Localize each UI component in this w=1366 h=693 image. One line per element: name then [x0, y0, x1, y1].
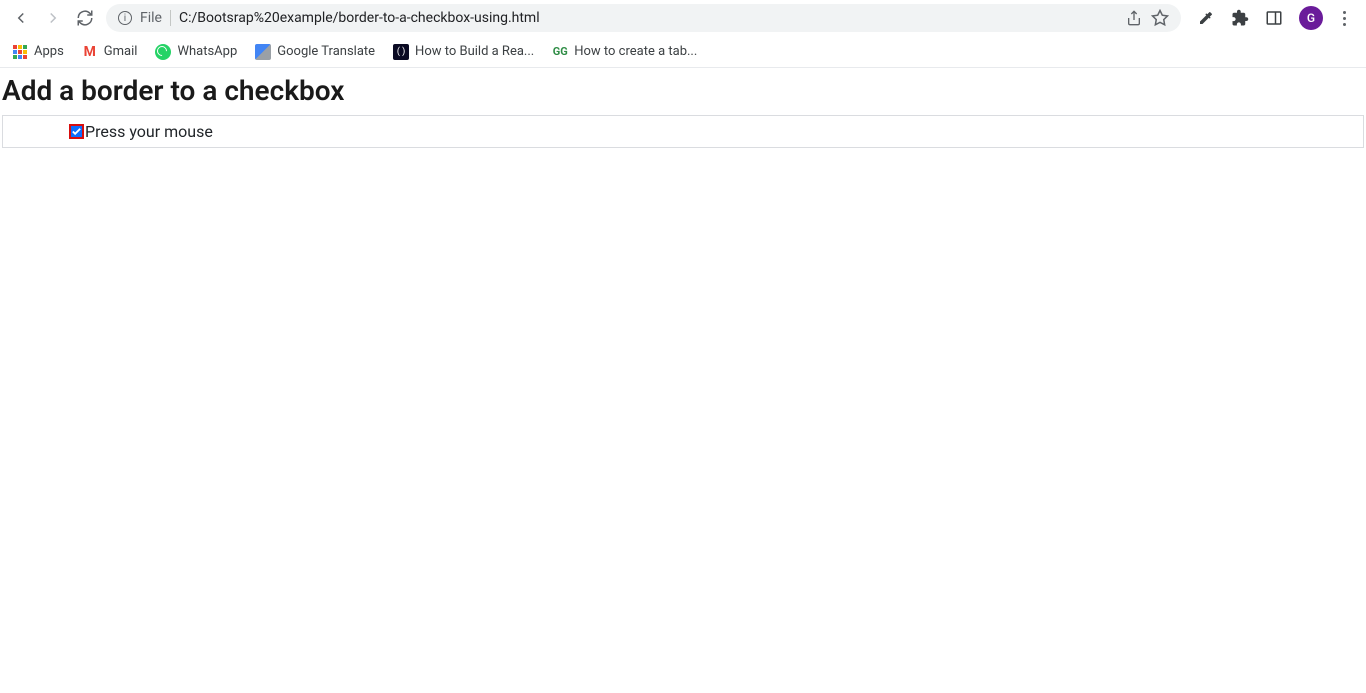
bookmark-howto-build-label: How to Build a Rea... — [415, 44, 534, 59]
browser-toolbar: i File C:/Bootsrap%20example/border-to-a… — [0, 0, 1366, 36]
checkbox-container: Press your mouse — [2, 115, 1364, 148]
share-icon[interactable] — [1125, 9, 1143, 27]
bookmark-howto-create-label: How to create a tab... — [574, 44, 697, 59]
forward-button[interactable] — [44, 9, 62, 27]
bookmark-translate[interactable]: Google Translate — [255, 44, 375, 60]
translate-icon — [255, 44, 271, 60]
toolbar-right: G — [1189, 6, 1358, 30]
panel-icon[interactable] — [1265, 9, 1283, 27]
bookmark-gmail-label: Gmail — [104, 44, 138, 59]
check-icon — [71, 126, 82, 137]
apps-icon — [12, 44, 28, 60]
address-bar[interactable]: i File C:/Bootsrap%20example/border-to-a… — [106, 4, 1181, 32]
avatar-letter: G — [1307, 11, 1315, 25]
bookmark-howto-create[interactable]: GG How to create a tab... — [552, 44, 697, 60]
menu-button[interactable] — [1339, 11, 1350, 26]
eyedropper-icon[interactable] — [1197, 9, 1215, 27]
bookmark-whatsapp-label: WhatsApp — [177, 44, 237, 59]
nav-buttons — [8, 9, 98, 27]
bookmark-translate-label: Google Translate — [277, 44, 375, 59]
extensions-icon[interactable] — [1231, 9, 1249, 27]
bookmark-apps[interactable]: Apps — [12, 44, 64, 60]
reload-button[interactable] — [76, 9, 94, 27]
bookmark-gmail[interactable]: M Gmail — [82, 44, 138, 60]
gmail-icon: M — [82, 44, 98, 60]
url-text: C:/Bootsrap%20example/border-to-a-checkb… — [179, 10, 540, 26]
bookmark-howto-build[interactable]: ( ) How to Build a Rea... — [393, 44, 534, 60]
bookmarks-bar: Apps M Gmail WhatsApp Google Translate (… — [0, 36, 1366, 68]
file-scheme-label: File — [140, 10, 171, 26]
info-icon: i — [118, 11, 132, 25]
checkbox-label: Press your mouse — [85, 122, 213, 141]
profile-avatar[interactable]: G — [1299, 6, 1323, 30]
page-heading: Add a border to a checkbox — [0, 68, 1366, 115]
custom-checkbox[interactable] — [69, 124, 84, 139]
whatsapp-icon — [155, 44, 171, 60]
freecodecamp-icon: ( ) — [393, 44, 409, 60]
back-button[interactable] — [12, 9, 30, 27]
bookmark-whatsapp[interactable]: WhatsApp — [155, 44, 237, 60]
geeksforgeeks-icon: GG — [552, 44, 568, 60]
bookmark-apps-label: Apps — [34, 44, 64, 59]
star-icon[interactable] — [1151, 9, 1169, 27]
page-content: Add a border to a checkbox Press your mo… — [0, 68, 1366, 148]
